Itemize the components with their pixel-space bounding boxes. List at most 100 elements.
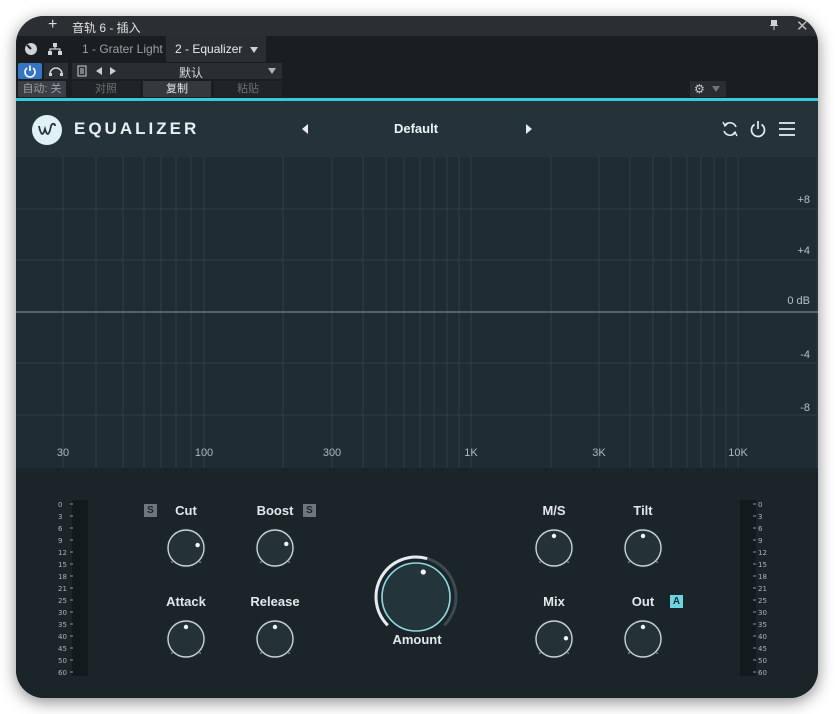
knob-body	[256, 529, 294, 567]
cut-label: Cut	[175, 503, 197, 518]
knob-min-dot	[627, 561, 630, 564]
paste-button[interactable]: 粘贴	[214, 81, 282, 97]
out-auto-button[interactable]: A	[670, 595, 683, 608]
amount-knob[interactable]	[371, 552, 461, 642]
release-label: Release	[250, 594, 300, 609]
meter-scale-label: 21	[58, 585, 67, 593]
meter-scale-label: 45	[58, 645, 67, 653]
knob-min-dot	[538, 561, 541, 564]
host-preset-selector[interactable]: 默认	[72, 63, 282, 80]
output-meter: 0 3 6 9 12 15 18 21 25 30 35 40 45 50 60	[740, 500, 767, 676]
knob-min-dot	[627, 652, 630, 655]
close-icon[interactable]: ✕	[796, 17, 809, 35]
out-knob[interactable]	[621, 617, 665, 661]
boost-solo-button[interactable]: S	[303, 504, 316, 517]
knob-indicator	[183, 624, 189, 630]
eq-grid	[16, 157, 818, 468]
freq-label: 100	[194, 447, 214, 459]
ms-label: M/S	[542, 503, 566, 518]
routing-knob-icon[interactable]	[22, 40, 40, 58]
freq-label: 10K	[728, 447, 748, 459]
preset-prev-arrow-icon[interactable]	[302, 124, 308, 134]
release-knob[interactable]	[253, 617, 297, 661]
plugin-chain-icon[interactable]	[46, 40, 64, 58]
meter-scale-label: 6	[58, 525, 63, 533]
attack-knob[interactable]	[164, 617, 208, 661]
tab-equalizer-label: 2 - Equalizer	[175, 42, 243, 56]
knob-max-dot	[567, 561, 570, 564]
knob-max-dot	[567, 652, 570, 655]
meter-scale-label: 45	[758, 645, 767, 653]
chevron-down-icon	[712, 86, 720, 92]
meter-scale-label: 60	[58, 669, 67, 676]
prev-preset-icon[interactable]	[96, 67, 102, 75]
power-icon[interactable]	[748, 119, 768, 139]
host-tab-row: 1 - Grater Light 2 - Equalizer	[16, 36, 818, 62]
chevron-down-icon[interactable]	[268, 68, 276, 74]
document-icon[interactable]	[76, 65, 88, 77]
meter-scale-label: 9	[58, 537, 62, 545]
knob-indicator	[284, 541, 289, 547]
copy-button[interactable]: 复制	[143, 81, 211, 97]
host-title-bar: + 音轨 6 - 插入 ✕	[16, 16, 818, 36]
knob-indicator	[563, 636, 569, 641]
headphone-icon	[49, 67, 63, 76]
db-label: -8	[800, 402, 810, 414]
compare-button[interactable]: 对照	[72, 81, 140, 97]
attack-label: Attack	[166, 594, 206, 609]
meter-scale-label: 3	[758, 513, 762, 521]
knob-indicator	[420, 569, 426, 575]
plugin-preset-name[interactable]: Default	[346, 121, 486, 136]
meter-scale-label: 15	[758, 561, 767, 569]
knob-min-dot	[170, 561, 173, 564]
knob-min-dot	[259, 561, 262, 564]
freq-label: 1K	[464, 447, 478, 459]
knob-min-dot	[538, 652, 541, 655]
tilt-knob[interactable]	[621, 526, 665, 570]
automation-button[interactable]: 自动: 关	[18, 81, 66, 97]
meter-scale-label: 40	[58, 633, 67, 641]
settings-button[interactable]: ⚙	[690, 81, 726, 97]
cut-knob[interactable]	[164, 526, 208, 570]
waves-logo-icon	[32, 115, 62, 145]
eq-graph[interactable]: +8 +4 0 dB -4 -8 30 100 300 1K 3K 10K	[16, 157, 818, 468]
knob-indicator	[272, 624, 278, 630]
menu-icon[interactable]	[777, 119, 797, 139]
host-preset-name: 默认	[178, 66, 203, 80]
plugin-name: EQUALIZER	[74, 119, 200, 138]
monitor-button[interactable]	[44, 63, 68, 79]
knob-max-dot	[199, 561, 202, 564]
plugin-window: + 音轨 6 - 插入 ✕ 1 - Grater Light 2 - Equal…	[16, 16, 818, 698]
meter-scale-label: 30	[758, 609, 767, 617]
host-control-row: 默认	[16, 62, 818, 80]
meter-scale-label: 25	[758, 597, 767, 605]
pin-icon[interactable]	[770, 20, 778, 30]
knob-indicator	[640, 533, 646, 539]
chevron-down-icon[interactable]	[250, 47, 258, 53]
knob-body	[381, 562, 451, 632]
db-label: 0 dB	[787, 295, 810, 307]
window-title: 音轨 6 - 插入	[72, 21, 141, 35]
db-label: -4	[800, 349, 810, 361]
mix-label: Mix	[543, 594, 565, 609]
power-button[interactable]	[18, 63, 42, 79]
ms-knob[interactable]	[532, 526, 576, 570]
next-preset-icon[interactable]	[110, 67, 116, 75]
reset-icon[interactable]	[720, 119, 740, 139]
preset-next-arrow-icon[interactable]	[526, 124, 532, 134]
add-icon[interactable]: +	[48, 17, 57, 33]
knob-indicator	[551, 533, 557, 539]
meter-bar	[72, 500, 88, 676]
meter-scale-label: 9	[758, 537, 762, 545]
meter-scale-label: 21	[758, 585, 767, 593]
tab-grater-light[interactable]: 1 - Grater Light	[74, 36, 171, 62]
meter-scale-label: 25	[58, 597, 67, 605]
boost-knob[interactable]	[253, 526, 297, 570]
tab-equalizer[interactable]: 2 - Equalizer	[166, 36, 266, 62]
meter-scale-label: 0	[758, 501, 762, 509]
freq-label: 3K	[592, 447, 606, 459]
meter-scale-label: 12	[758, 549, 767, 557]
meter-scale-label: 30	[58, 609, 67, 617]
meter-scale-label: 3	[58, 513, 62, 521]
mix-knob[interactable]	[532, 617, 576, 661]
